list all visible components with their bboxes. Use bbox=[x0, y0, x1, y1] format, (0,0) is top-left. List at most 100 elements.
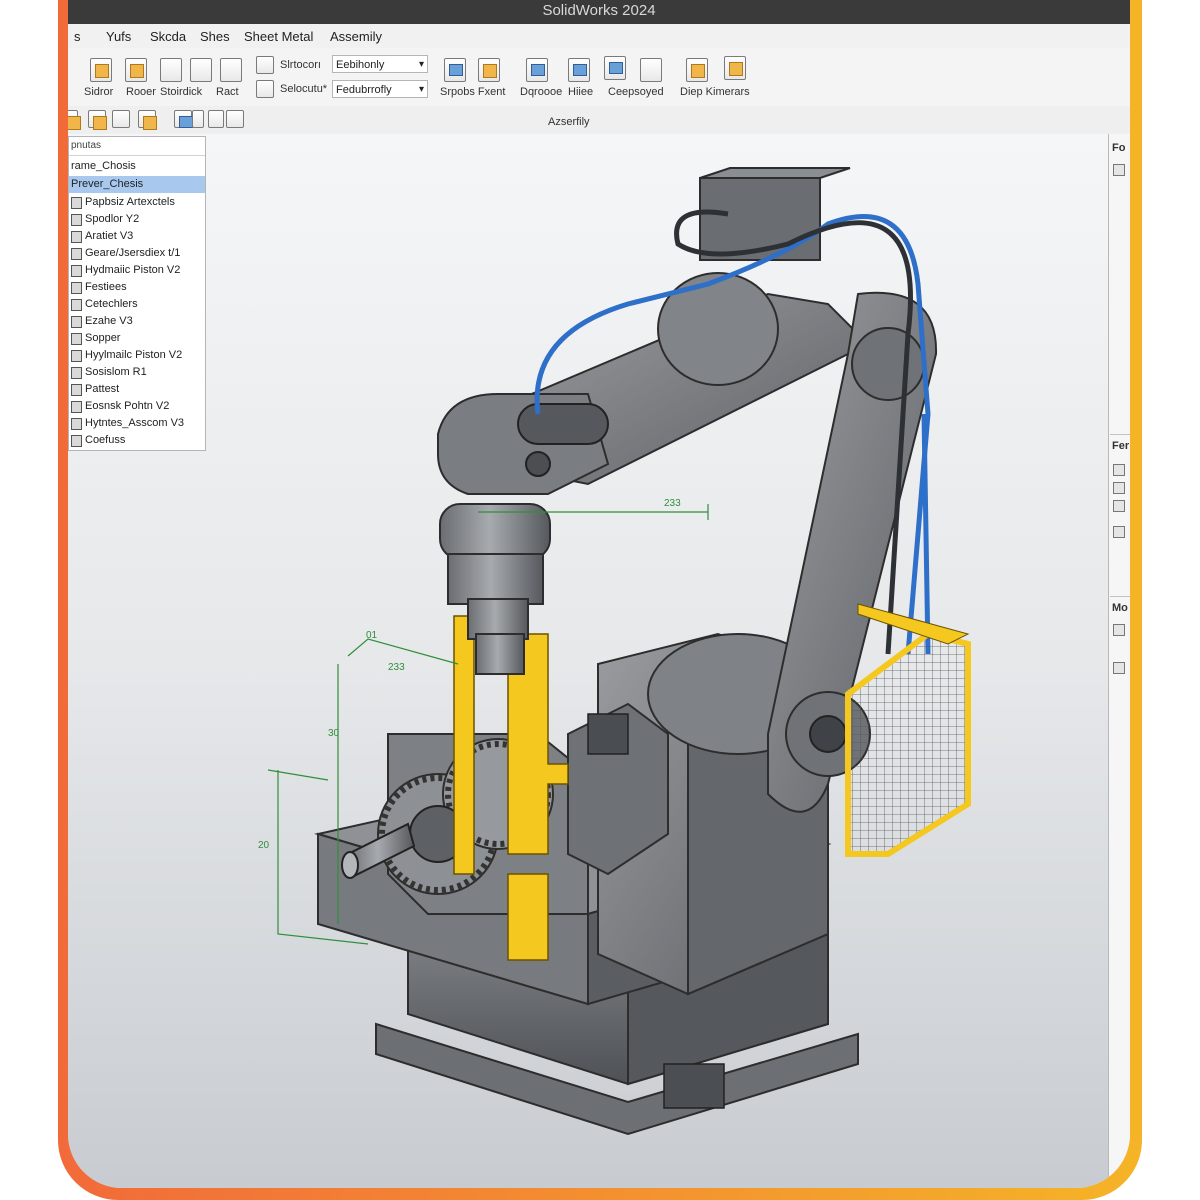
tree-item[interactable]: Hydmaiic Piston V2 bbox=[69, 262, 205, 279]
tree-item[interactable]: Ezahe V3 bbox=[69, 313, 205, 330]
tree-item-label: rame_Chosis bbox=[71, 160, 136, 172]
material-icon[interactable] bbox=[1113, 624, 1125, 636]
menu-item-sheet-metal[interactable]: Sheet Metal bbox=[244, 29, 313, 44]
open-icon[interactable] bbox=[68, 110, 81, 130]
tree-item-selected[interactable]: Prever_Chesis bbox=[69, 176, 205, 193]
ribbon-label-sidror: Sidror bbox=[84, 86, 114, 98]
menu-item-shapes[interactable]: Shes bbox=[200, 29, 230, 44]
part-icon bbox=[71, 333, 82, 345]
dimension-233-top[interactable]: 233 bbox=[664, 498, 681, 509]
menu-item-assembly[interactable]: Assemily bbox=[330, 29, 382, 44]
chevron-down-icon[interactable] bbox=[192, 110, 204, 128]
tree-item-label: Pattest bbox=[85, 383, 120, 395]
feature-tree-panel: pnutas rame_Chosis Prever_Chesis Papbsiz… bbox=[68, 136, 206, 451]
divider bbox=[1110, 434, 1130, 435]
hiiee-icon[interactable] bbox=[568, 58, 590, 82]
sidror-icon[interactable] bbox=[90, 58, 112, 82]
rooer-icon[interactable] bbox=[125, 58, 147, 82]
tree-item-label: Cetechlers bbox=[85, 298, 138, 310]
settings-icon[interactable] bbox=[1113, 662, 1125, 674]
dimension-01[interactable]: 01 bbox=[366, 630, 377, 641]
stoirdick-icon[interactable] bbox=[160, 58, 182, 82]
view-orientation-icon[interactable] bbox=[174, 110, 193, 128]
part-icon bbox=[71, 231, 82, 243]
folder-icon[interactable] bbox=[88, 110, 107, 130]
tree-item-label: Geare/Jsersdiex t/1 bbox=[85, 247, 181, 259]
tree-item[interactable]: Hyylmailc Piston V2 bbox=[69, 347, 205, 364]
tree-item-label: Eosnsk Pohtn V2 bbox=[85, 400, 170, 412]
tree-item-label: Sopper bbox=[85, 332, 121, 344]
list-icon[interactable] bbox=[1113, 500, 1125, 512]
tree-item[interactable]: Coefuss bbox=[69, 432, 205, 449]
part-icon bbox=[71, 401, 82, 413]
eebihonly-dropdown[interactable]: Eebihonly bbox=[332, 55, 428, 74]
graphics-viewport[interactable]: 233 01 233 30 20 bbox=[68, 134, 1108, 1188]
display-style-icon[interactable] bbox=[208, 110, 224, 128]
tree-item[interactable]: Sopper bbox=[69, 330, 205, 347]
ribbon-label-ract: Ract bbox=[216, 86, 239, 98]
selocutu-label[interactable]: Selocutu* bbox=[280, 83, 327, 95]
tree-item-label: Hydmaiic Piston V2 bbox=[85, 264, 181, 276]
task-pane-tab-1[interactable]: Fo bbox=[1112, 142, 1125, 154]
part-icon bbox=[71, 384, 82, 396]
ribbon-label-hiiee: Hiiee bbox=[568, 86, 594, 98]
tree-item-label: Coefuss bbox=[85, 434, 126, 446]
menu-item-file[interactable]: s bbox=[74, 29, 81, 44]
tree-item[interactable]: Sosislom R1 bbox=[69, 364, 205, 381]
eye-icon[interactable] bbox=[1113, 482, 1125, 494]
tree-item[interactable]: Festiees bbox=[69, 279, 205, 296]
tree-item-label: Festiees bbox=[85, 281, 127, 293]
dqroooe-icon[interactable] bbox=[526, 58, 548, 82]
tree-item[interactable]: Cetechlers bbox=[69, 296, 205, 313]
part-icon bbox=[71, 248, 82, 260]
split-view-icon[interactable] bbox=[226, 110, 244, 128]
dimension-20[interactable]: 20 bbox=[258, 840, 269, 851]
ribbon-label-rooer: Rooer bbox=[126, 86, 156, 98]
tree-item[interactable]: Pattest bbox=[69, 381, 205, 398]
ribbon-label-ceepsoyed: Ceepsoyed bbox=[608, 86, 664, 98]
diep-icon[interactable] bbox=[686, 58, 708, 82]
selocutu-icon[interactable] bbox=[256, 80, 274, 98]
part-icon bbox=[71, 350, 82, 362]
robot-arm-model[interactable] bbox=[68, 134, 1108, 1188]
ceepsoyed-icon[interactable] bbox=[604, 56, 626, 80]
tree-item-label: Hytntes_Asscom V3 bbox=[85, 417, 185, 429]
ceepsoyed-icon-2[interactable] bbox=[640, 58, 662, 82]
slrtocor-icon[interactable] bbox=[256, 56, 274, 74]
part-icon bbox=[71, 197, 82, 209]
solidworks-window: SolidWorks 2024 s Yufs Skcda Shes Sheet … bbox=[68, 0, 1130, 1188]
ract-icon[interactable] bbox=[220, 58, 242, 82]
part-icon bbox=[71, 435, 82, 447]
part-icon bbox=[71, 418, 82, 430]
stoirdick-icon-2[interactable] bbox=[190, 58, 212, 82]
task-pane: Fo Fer Mo bbox=[1108, 134, 1130, 1188]
ribbon-label-diep-kimerars: Diep Kimerars bbox=[680, 86, 750, 98]
tree-item[interactable]: Eosnsk Pohtn V2 bbox=[69, 398, 205, 415]
menu-item-edit[interactable]: Yufs bbox=[106, 29, 131, 44]
divider bbox=[1110, 596, 1130, 597]
property-icon[interactable] bbox=[1113, 164, 1125, 176]
kimerars-icon[interactable] bbox=[724, 56, 746, 80]
feature-tree-header: pnutas bbox=[69, 137, 205, 156]
menu-item-sketch[interactable]: Skcda bbox=[150, 29, 186, 44]
fxent-icon[interactable] bbox=[478, 58, 500, 82]
tree-item[interactable]: Aratiet V3 bbox=[69, 228, 205, 245]
dimension-233-mid[interactable]: 233 bbox=[388, 662, 405, 673]
part-icon bbox=[71, 299, 82, 311]
slrtocor-label[interactable]: Slrtocorı bbox=[280, 59, 321, 71]
layer-icon[interactable] bbox=[1113, 464, 1125, 476]
play-icon[interactable] bbox=[1113, 526, 1125, 538]
tree-item[interactable]: Hytntes_Asscom V3 bbox=[69, 415, 205, 432]
dimension-30[interactable]: 30 bbox=[328, 728, 339, 739]
srpobs-icon[interactable] bbox=[444, 58, 466, 82]
gear-icon[interactable] bbox=[138, 110, 157, 130]
tree-item-label: Spodlor Y2 bbox=[85, 213, 140, 225]
tree-item[interactable]: rame_Chosis bbox=[69, 158, 205, 175]
tree-item[interactable]: Geare/Jsersdiex t/1 bbox=[69, 245, 205, 262]
fedubrrofly-dropdown[interactable]: Fedubrrofly bbox=[332, 80, 428, 99]
task-pane-tab-2[interactable]: Fer bbox=[1112, 440, 1129, 452]
tree-item[interactable]: Spodlor Y2 bbox=[69, 211, 205, 228]
tree-item[interactable]: Papbsiz Artexctels bbox=[69, 194, 205, 211]
window-icon[interactable] bbox=[112, 110, 130, 128]
task-pane-tab-3[interactable]: Mo bbox=[1112, 602, 1128, 614]
